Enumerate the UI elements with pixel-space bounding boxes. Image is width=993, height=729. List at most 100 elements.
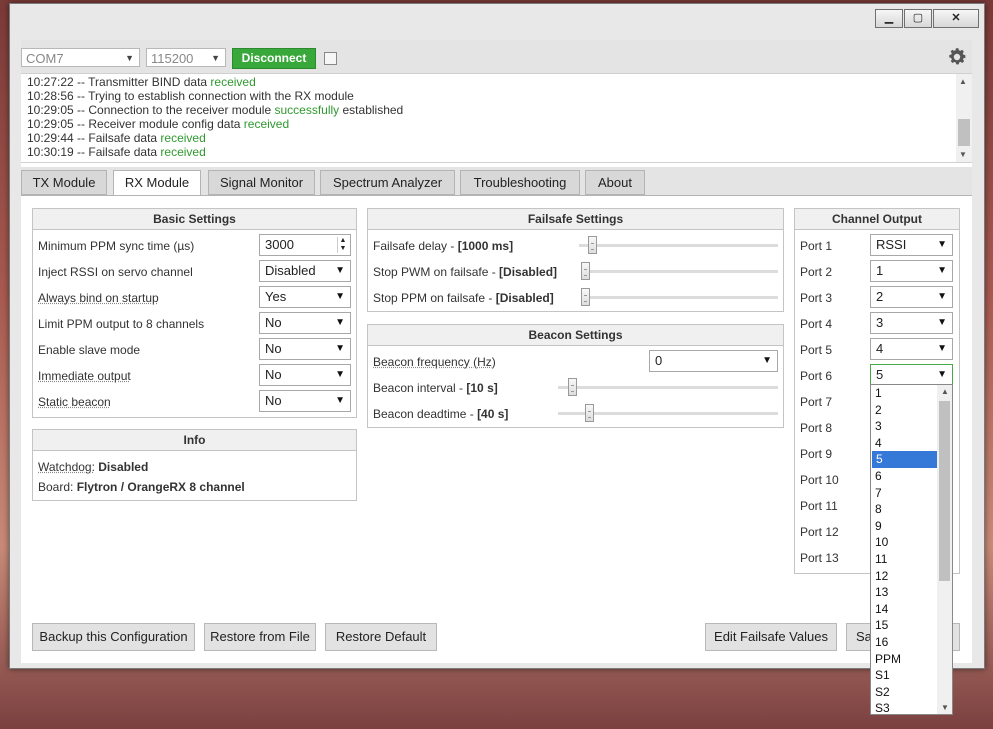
tab-signal-monitor[interactable]: Signal Monitor — [208, 170, 315, 195]
setting-label: Limit PPM output to 8 channels — [38, 317, 205, 331]
options-scroll-thumb[interactable] — [939, 401, 950, 581]
dropdown-option[interactable]: PPM — [871, 651, 937, 668]
dropdown-option[interactable]: 15 — [871, 617, 937, 634]
slider-handle[interactable] — [585, 404, 594, 422]
scroll-down-icon[interactable]: ▼ — [959, 150, 967, 159]
dropdown-option[interactable]: 12 — [871, 568, 937, 585]
setting-label: Immediate output — [38, 369, 131, 383]
immediate-output-select[interactable]: No ▼ — [259, 364, 351, 386]
dropdown-option[interactable]: 8 — [871, 501, 937, 518]
log-line: 10:27:22 -- Transmitter BIND data receiv… — [27, 75, 972, 89]
dropdown-option[interactable]: 14 — [871, 601, 937, 618]
slider-handle[interactable] — [581, 288, 590, 306]
chevron-down-icon: ▼ — [335, 343, 345, 354]
chevron-down-icon: ▼ — [211, 53, 220, 63]
port-6-options-list[interactable]: 1 2 3 4 5 6 7 8 9 10 11 12 13 14 15 16 PPM S1 S2 S3 ▲ ▼ — [870, 384, 953, 715]
restore-default-button[interactable]: Restore Default — [325, 623, 437, 651]
dropdown-option[interactable]: 6 — [871, 468, 937, 485]
select-value: No — [265, 341, 282, 356]
slave-mode-select[interactable]: No ▼ — [259, 338, 351, 360]
port-select[interactable]: COM7 ▼ — [21, 48, 140, 67]
select-value: 3 — [876, 315, 884, 330]
dropdown-option[interactable]: S2 — [871, 684, 937, 701]
dropdown-option[interactable]: 1 — [871, 385, 937, 402]
chevron-down-icon: ▼ — [937, 317, 947, 328]
beacon-deadtime-slider[interactable] — [558, 404, 778, 422]
ppm-sync-input[interactable]: 3000 ▲ ▼ — [259, 234, 351, 256]
watchdog-row: Watchdog: Disabled — [38, 460, 148, 474]
port-3-select[interactable]: 2 ▼ — [870, 286, 953, 308]
dropdown-option[interactable]: 5 — [872, 451, 938, 468]
label-text: Failsafe delay - — [373, 239, 458, 253]
slider-handle[interactable] — [568, 378, 577, 396]
stepper-icon[interactable]: ▲ ▼ — [337, 237, 348, 253]
log-scroll-thumb[interactable] — [958, 119, 970, 146]
disconnect-button[interactable]: Disconnect — [232, 48, 316, 69]
backup-config-button[interactable]: Backup this Configuration — [32, 623, 195, 651]
dropdown-option[interactable]: 2 — [871, 402, 937, 419]
log-text: 10:27:22 -- Transmitter BIND data — [27, 75, 211, 89]
scroll-up-icon[interactable]: ▲ — [959, 77, 967, 86]
dropdown-option[interactable]: 9 — [871, 518, 937, 535]
tab-spectrum-analyzer[interactable]: Spectrum Analyzer — [320, 170, 455, 195]
auto-connect-checkbox[interactable] — [324, 52, 337, 65]
beacon-interval-slider[interactable] — [558, 378, 778, 396]
inject-rssi-select[interactable]: Disabled ▼ — [259, 260, 351, 282]
select-value: 5 — [876, 367, 884, 382]
board-value: Flytron / OrangeRX 8 channel — [76, 480, 245, 494]
port-label: Port 3 — [800, 291, 833, 305]
scroll-down-icon[interactable]: ▼ — [941, 703, 949, 712]
minimize-button[interactable]: ▁ — [875, 9, 903, 28]
tab-about[interactable]: About — [585, 170, 645, 195]
log-text: 10:29:05 -- Connection to the receiver m… — [27, 103, 275, 117]
failsafe-delay-slider[interactable] — [579, 236, 778, 254]
port-6-select[interactable]: 5 ▼ — [870, 364, 953, 386]
dropdown-option[interactable]: S3 — [871, 700, 937, 714]
dropdown-option[interactable]: S1 — [871, 667, 937, 684]
port-4-select[interactable]: 3 ▼ — [870, 312, 953, 334]
log-highlight: received — [243, 117, 290, 131]
options-scrollbar[interactable]: ▲ ▼ — [937, 385, 952, 714]
tab-troubleshooting[interactable]: Troubleshooting — [460, 170, 580, 195]
slider-handle[interactable] — [588, 236, 597, 254]
port-5-select[interactable]: 4 ▼ — [870, 338, 953, 360]
dropdown-option[interactable]: 16 — [871, 634, 937, 651]
log-highlight: received — [160, 131, 206, 145]
label-value: [1000 ms] — [457, 239, 514, 253]
tab-tx-module[interactable]: TX Module — [21, 170, 107, 195]
stop-pwm-slider[interactable] — [581, 262, 778, 280]
slider-handle[interactable] — [581, 262, 590, 280]
log-scrollbar[interactable]: ▲ ▼ — [956, 74, 972, 162]
gear-icon[interactable] — [946, 46, 968, 68]
close-button[interactable]: ✕ — [933, 9, 979, 28]
dropdown-option[interactable]: 10 — [871, 534, 937, 551]
log-text: 10:29:05 -- Receiver module config data — [27, 117, 244, 131]
chevron-down-icon: ▼ — [937, 239, 947, 250]
setting-label: Always bind on startup — [38, 291, 159, 305]
tab-rx-module[interactable]: RX Module — [113, 170, 201, 197]
always-bind-select[interactable]: Yes ▼ — [259, 286, 351, 308]
dropdown-option[interactable]: 7 — [871, 485, 937, 502]
dropdown-option[interactable]: 13 — [871, 584, 937, 601]
maximize-button[interactable]: ▢ — [904, 9, 932, 28]
baud-select[interactable]: 115200 ▼ — [146, 48, 226, 67]
label-value: [40 s] — [477, 407, 509, 421]
port-1-select[interactable]: RSSI ▼ — [870, 234, 953, 256]
port-value: COM7 — [26, 51, 64, 66]
log-line: 10:29:44 -- Failsafe data received — [27, 131, 972, 145]
beacon-frequency-select[interactable]: 0 ▼ — [649, 350, 778, 372]
edit-failsafe-button[interactable]: Edit Failsafe Values — [705, 623, 837, 651]
port-2-select[interactable]: 1 ▼ — [870, 260, 953, 282]
limit-ppm-select[interactable]: No ▼ — [259, 312, 351, 334]
dropdown-option[interactable]: 4 — [871, 435, 937, 452]
select-value: No — [265, 367, 282, 382]
port-label: Port 4 — [800, 317, 833, 331]
static-beacon-select[interactable]: No ▼ — [259, 390, 351, 412]
port-label: Port 13 — [800, 551, 839, 565]
dropdown-option[interactable]: 3 — [871, 418, 937, 435]
restore-from-file-button[interactable]: Restore from File — [204, 623, 316, 651]
scroll-up-icon[interactable]: ▲ — [941, 387, 949, 396]
dropdown-option[interactable]: 11 — [871, 551, 937, 568]
stop-ppm-slider[interactable] — [581, 288, 778, 306]
label-value: [Disabled] — [499, 265, 558, 279]
